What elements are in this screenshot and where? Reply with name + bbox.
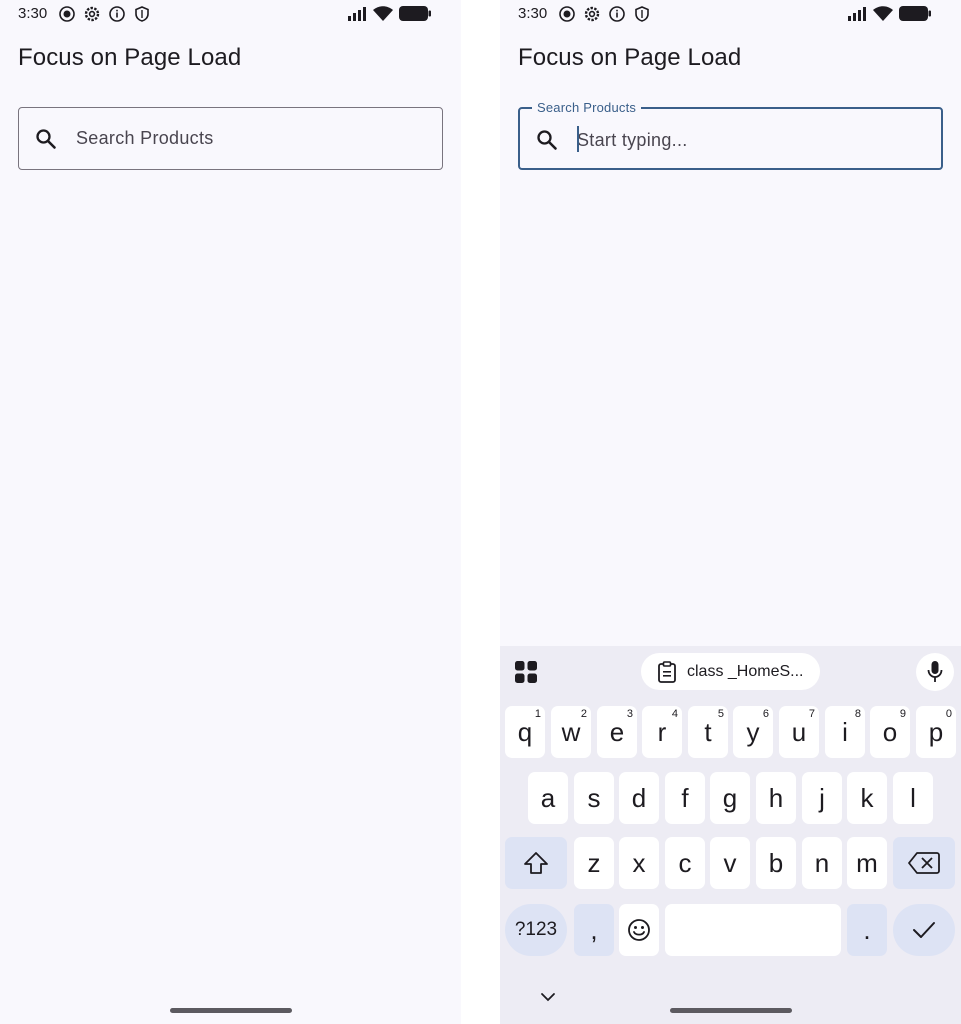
symbols-key[interactable]: ?123 (505, 904, 567, 956)
voice-input-button[interactable] (916, 653, 954, 691)
keyboard-toolbar: class _HomeS... (500, 646, 961, 698)
key-o[interactable]: o9 (870, 706, 910, 758)
period-key[interactable]: . (847, 904, 887, 956)
checkmark-icon (913, 922, 935, 938)
comma-key[interactable]: , (574, 904, 614, 956)
shield-icon (635, 6, 649, 22)
shield-icon (135, 6, 149, 22)
shift-key[interactable] (505, 837, 567, 889)
notification-icons (558, 5, 651, 23)
key-q[interactable]: q1 (505, 706, 545, 758)
settings-icon (584, 6, 600, 22)
search-field[interactable]: Search Products (18, 107, 443, 170)
key-a[interactable]: a (528, 772, 568, 824)
space-key[interactable] (665, 904, 841, 956)
key-g[interactable]: g (710, 772, 750, 824)
key-z[interactable]: z (574, 837, 614, 889)
key-j[interactable]: j (802, 772, 842, 824)
notification-icons (58, 5, 151, 23)
system-icons (847, 6, 931, 21)
page-title: Focus on Page Load (518, 44, 742, 71)
status-time: 3:30 (18, 5, 48, 22)
key-n[interactable]: n (802, 837, 842, 889)
home-indicator[interactable] (170, 1008, 292, 1013)
key-l[interactable]: l (893, 772, 933, 824)
enter-key[interactable] (893, 904, 955, 956)
screen-unfocused: 3:30 Focus on Page Load Search Products (0, 0, 461, 1024)
key-f[interactable]: f (665, 772, 705, 824)
emoji-icon (628, 919, 650, 941)
search-field-label: Search Products (76, 128, 214, 148)
key-e[interactable]: e3 (597, 706, 637, 758)
signal-icon (348, 6, 366, 21)
key-c[interactable]: c (665, 837, 705, 889)
battery-icon (899, 6, 931, 21)
emoji-key[interactable] (619, 904, 659, 956)
key-v[interactable]: v (710, 837, 750, 889)
microphone-icon (927, 661, 943, 682)
record-icon (559, 6, 575, 22)
key-t[interactable]: t5 (688, 706, 728, 758)
clipboard-suggestion-text: class _HomeS... (687, 662, 804, 680)
battery-icon (399, 6, 431, 21)
info-icon (109, 6, 125, 22)
key-s[interactable]: s (574, 772, 614, 824)
backspace-key[interactable] (893, 837, 955, 889)
search-icon (537, 130, 557, 150)
key-x[interactable]: x (619, 837, 659, 889)
chevron-down-icon[interactable] (538, 990, 558, 1004)
clipboard-icon (658, 660, 676, 683)
search-field[interactable]: Search Products (518, 100, 943, 170)
wifi-icon (873, 6, 893, 21)
search-field-label: Search Products (532, 100, 642, 115)
signal-icon (848, 6, 866, 21)
text-cursor (577, 126, 579, 152)
search-icon (36, 129, 56, 149)
clipboard-suggestion-chip[interactable]: class _HomeS... (641, 653, 820, 690)
key-u[interactable]: u7 (779, 706, 819, 758)
wifi-icon (373, 6, 393, 21)
shift-icon (524, 852, 548, 874)
key-m[interactable]: m (847, 837, 887, 889)
search-input[interactable] (577, 122, 917, 158)
key-r[interactable]: r4 (642, 706, 682, 758)
key-d[interactable]: d (619, 772, 659, 824)
status-bar: 3:30 (0, 0, 461, 28)
key-h[interactable]: h (756, 772, 796, 824)
key-i[interactable]: i8 (825, 706, 865, 758)
backspace-icon (908, 852, 940, 874)
settings-icon (84, 6, 100, 22)
apps-grid-icon[interactable] (514, 660, 538, 684)
soft-keyboard: class _HomeS... q1 w2 e3 r4 t5 y6 u7 i8 … (500, 646, 961, 1024)
key-b[interactable]: b (756, 837, 796, 889)
status-time: 3:30 (518, 5, 548, 22)
record-icon (59, 6, 75, 22)
info-icon (609, 6, 625, 22)
screen-focused: 3:30 Focus on Page Load Search Products (500, 0, 961, 1024)
key-y[interactable]: y6 (733, 706, 773, 758)
key-k[interactable]: k (847, 772, 887, 824)
page-title: Focus on Page Load (18, 44, 242, 71)
system-icons (347, 6, 431, 21)
key-w[interactable]: w2 (551, 706, 591, 758)
status-bar: 3:30 (500, 0, 961, 28)
home-indicator[interactable] (670, 1008, 792, 1013)
key-p[interactable]: p0 (916, 706, 956, 758)
